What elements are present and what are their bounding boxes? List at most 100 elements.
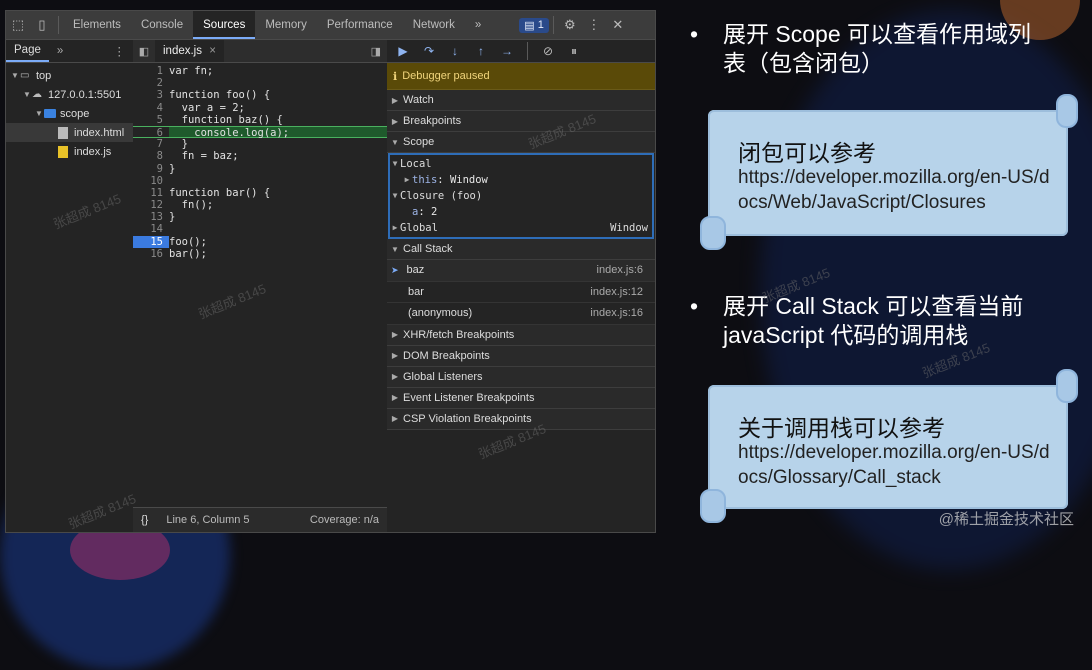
- tab-performance[interactable]: Performance: [317, 11, 403, 39]
- scope-local[interactable]: ▼ Local: [390, 156, 652, 172]
- line-number[interactable]: 6: [133, 127, 169, 139]
- editor-file-tab[interactable]: index.js ×: [155, 40, 224, 62]
- scope-label: Closure (foo): [400, 190, 483, 202]
- tab-network[interactable]: Network: [403, 11, 465, 39]
- device-toolbar-icon[interactable]: ▯: [30, 13, 54, 37]
- line-number[interactable]: 5: [133, 114, 169, 126]
- code-text: function bar() {: [169, 186, 271, 199]
- step-over-icon[interactable]: ↷: [419, 41, 439, 61]
- code-line[interactable]: 7 }: [133, 138, 387, 150]
- line-number[interactable]: 11: [133, 187, 169, 199]
- line-number[interactable]: 12: [133, 199, 169, 211]
- frame-location[interactable]: index.js:12: [590, 286, 655, 298]
- line-number[interactable]: 10: [133, 175, 169, 187]
- step-icon[interactable]: →: [497, 41, 517, 61]
- scope-var-a[interactable]: a: 2: [390, 204, 652, 220]
- step-into-icon[interactable]: ↓: [445, 41, 465, 61]
- tree-item-index-js[interactable]: index.js: [6, 142, 133, 161]
- current-execution-line[interactable]: 6 console.log(a);: [133, 125, 387, 139]
- bullet-call-stack: • 展开 Call Stack 可以查看当前 javaScript 代码的调用栈: [690, 292, 1070, 352]
- line-number[interactable]: 2: [133, 77, 169, 89]
- resume-icon[interactable]: ▶: [393, 41, 413, 61]
- toggle-debugger-icon[interactable]: ◨: [371, 45, 387, 58]
- deactivate-breakpoints-icon[interactable]: ⊘: [538, 41, 558, 61]
- devtools-window: ⬚ ▯ Elements Console Sources Memory Perf…: [5, 10, 656, 533]
- tab-sources[interactable]: Sources: [193, 11, 256, 39]
- frame-location[interactable]: index.js:16: [590, 307, 655, 319]
- section-scope[interactable]: ▼ Scope: [387, 132, 655, 153]
- call-frame[interactable]: (anonymous) index.js:16: [387, 303, 655, 325]
- call-frame[interactable]: ➤ baz index.js:6: [387, 260, 655, 282]
- line-number[interactable]: 8: [133, 150, 169, 162]
- step-out-icon[interactable]: ↑: [471, 41, 491, 61]
- code-line[interactable]: 10: [133, 175, 387, 187]
- navigator-tab-page[interactable]: Page: [6, 40, 49, 62]
- issues-badge[interactable]: ▤ 1: [519, 17, 549, 33]
- line-number[interactable]: 1: [133, 65, 169, 77]
- note-link[interactable]: https://developer.mozilla.org/en-US/docs…: [738, 165, 1058, 215]
- line-number[interactable]: 7: [133, 138, 169, 150]
- breakpoint-line[interactable]: 15 foo();: [133, 235, 387, 248]
- call-frame[interactable]: bar index.js:12: [387, 282, 655, 303]
- close-tab-icon[interactable]: ×: [205, 45, 216, 57]
- section-event-listener-breakpoints[interactable]: ▶ Event Listener Breakpoints: [387, 387, 655, 409]
- scope-global[interactable]: ▶ Global Window: [390, 220, 652, 236]
- tab-memory[interactable]: Memory: [255, 11, 317, 39]
- tree-item-origin[interactable]: ▼ ☁ 127.0.0.1:5501: [6, 85, 133, 104]
- code-line[interactable]: 14: [133, 223, 387, 235]
- line-number[interactable]: 3: [133, 89, 169, 101]
- inspect-element-icon[interactable]: ⬚: [6, 13, 30, 37]
- code-line[interactable]: 2: [133, 77, 387, 89]
- navigator-options-icon[interactable]: ⋮: [114, 44, 134, 58]
- bullet-text: 展开 Scope 可以查看作用域列表（包含闭包）: [723, 21, 1031, 76]
- code-text: }: [169, 211, 176, 224]
- section-global-listeners[interactable]: ▶ Global Listeners: [387, 366, 655, 388]
- reference-note-call-stack: 关于调用栈可以参考 https://developer.mozilla.org/…: [700, 369, 1078, 523]
- scope-this[interactable]: ▶ this: Window: [390, 172, 652, 188]
- issues-count: 1: [537, 19, 544, 31]
- pause-on-exceptions-icon[interactable]: ⏸: [564, 41, 584, 61]
- line-number[interactable]: 4: [133, 102, 169, 114]
- code-line[interactable]: 1 var fn;: [133, 65, 387, 77]
- breakpoint-marker[interactable]: 15: [133, 235, 169, 248]
- navigator-more-icon[interactable]: »: [49, 45, 63, 57]
- code-line[interactable]: 3 function foo() {: [133, 89, 387, 101]
- scope-closure[interactable]: ▼ Closure (foo): [390, 188, 652, 204]
- toggle-navigator-icon[interactable]: ◧: [133, 45, 155, 58]
- section-watch[interactable]: ▶ Watch: [387, 90, 655, 111]
- section-dom-breakpoints[interactable]: ▶ DOM Breakpoints: [387, 345, 655, 367]
- tab-console[interactable]: Console: [131, 11, 193, 39]
- tree-item-index-html[interactable]: index.html: [6, 123, 133, 142]
- code-line[interactable]: 8 fn = baz;: [133, 150, 387, 162]
- frame-location[interactable]: index.js:6: [597, 264, 655, 276]
- code-area[interactable]: 1 var fn; 2 3 function foo() { 4 var a = 2…: [133, 65, 387, 260]
- more-tabs-icon[interactable]: »: [465, 11, 491, 39]
- pretty-print-button[interactable]: {}: [133, 514, 156, 526]
- code-line[interactable]: 9}: [133, 163, 387, 175]
- code-line[interactable]: 5 function baz() {: [133, 114, 387, 126]
- collapsed-triangle-icon: ▶: [391, 95, 399, 105]
- tree-item-label: scope: [60, 107, 90, 120]
- settings-gear-icon[interactable]: ⚙: [558, 13, 582, 37]
- tree-item-scope-folder[interactable]: ▼ scope: [6, 104, 133, 123]
- line-number[interactable]: 14: [133, 223, 169, 235]
- line-number[interactable]: 13: [133, 211, 169, 223]
- code-line[interactable]: 4 var a = 2;: [133, 102, 387, 114]
- scope-value: Window: [449, 174, 488, 186]
- code-line[interactable]: 12 fn();: [133, 199, 387, 211]
- tab-elements[interactable]: Elements: [63, 11, 131, 39]
- section-breakpoints[interactable]: ▶ Breakpoints: [387, 111, 655, 132]
- close-icon[interactable]: ✕: [606, 13, 630, 37]
- more-options-icon[interactable]: ⋮: [582, 13, 606, 37]
- line-number[interactable]: 16: [133, 248, 169, 260]
- code-line[interactable]: 16 bar();: [133, 248, 387, 260]
- code-line[interactable]: 13}: [133, 211, 387, 223]
- line-number[interactable]: 9: [133, 163, 169, 175]
- section-call-stack[interactable]: ▼ Call Stack: [387, 239, 655, 260]
- section-xhr-breakpoints[interactable]: ▶ XHR/fetch Breakpoints: [387, 324, 655, 346]
- code-line[interactable]: 11 function bar() {: [133, 187, 387, 199]
- note-link[interactable]: https://developer.mozilla.org/en-US/docs…: [738, 440, 1058, 490]
- tree-item-top[interactable]: ▼ ▭ top: [6, 66, 133, 85]
- code-text: var a = 2;: [169, 101, 245, 114]
